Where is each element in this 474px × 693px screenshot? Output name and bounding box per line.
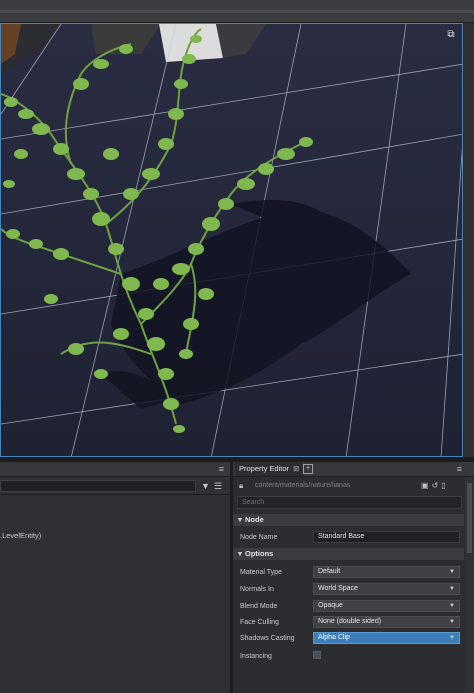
material-type-dropdown[interactable]: Default ▼ [313, 566, 460, 578]
save-icon[interactable]: ▣ [421, 481, 432, 490]
row-node-name: Node Name Standard Base [233, 531, 464, 545]
browse-icon[interactable]: ▯ [441, 481, 448, 490]
instancing-checkbox[interactable] [313, 651, 321, 659]
blend-mode-value: Opaque [318, 602, 343, 609]
shadows-casting-value: Alpha Clip [318, 634, 350, 641]
scene-render [1, 24, 462, 456]
close-tab-icon[interactable]: ⊠ [293, 464, 299, 473]
row-instancing: Instancing [233, 650, 464, 664]
maximize-icon[interactable]: ⧉ [446, 30, 456, 40]
sort-icon[interactable]: ☰ [214, 481, 222, 492]
lock-icon[interactable]: 🔒︎ [239, 481, 243, 491]
property-editor-tabbar: Property Editor ⊠ + ≡ [233, 462, 474, 477]
row-material-type: Material Type Default ▼ [233, 566, 464, 580]
scene-tree-search-input[interactable] [0, 480, 196, 492]
blend-mode-label: Blend Mode [240, 603, 278, 610]
path-actions: ▣↺▯ [421, 481, 449, 490]
property-scrollbar[interactable] [465, 477, 474, 693]
filter-icon[interactable]: ▼ [201, 481, 210, 491]
scene-tree-item[interactable]: .LevelEntity) [0, 531, 41, 540]
material-type-label: Material Type [240, 569, 282, 576]
toolbar-strip [0, 10, 474, 13]
face-culling-label: Face Culling [240, 619, 279, 626]
instancing-label: Instancing [240, 653, 272, 660]
scrollbar-thumb[interactable] [467, 483, 472, 553]
normals-in-dropdown[interactable]: World Space ▼ [313, 583, 460, 595]
dropdown-arrow-icon: ▼ [449, 619, 455, 625]
section-node[interactable]: ▾ Node [233, 514, 464, 526]
tab-label: Property Editor [239, 464, 290, 473]
dropdown-arrow-icon: ▼ [449, 569, 455, 575]
scene-tree-separator [0, 494, 230, 495]
property-editor-panel: Property Editor ⊠ + ≡ 🔒︎ content/material… [233, 462, 474, 693]
asset-path: content/materials/nature/lianas [255, 482, 351, 489]
shadows-casting-dropdown[interactable]: Alpha Clip ▼ [313, 632, 460, 644]
normals-in-label: Normals In [240, 586, 274, 593]
face-culling-dropdown[interactable]: None (double sided) ▼ [313, 616, 460, 628]
row-shadows-casting: Shadows Casting Alpha Clip ▼ [233, 632, 464, 646]
blend-mode-dropdown[interactable]: Opaque ▼ [313, 600, 460, 612]
viewport-side-bar [464, 23, 474, 457]
section-options-label: Options [245, 549, 274, 558]
dropdown-arrow-icon: ▼ [449, 603, 455, 609]
scene-tree-panel: ≡ ▼ ☰ .LevelEntity) [0, 462, 230, 693]
normals-in-value: World Space [318, 585, 358, 592]
chevron-down-icon: ▾ [238, 515, 242, 524]
panel-menu-icon[interactable]: ≡ [219, 464, 224, 474]
row-face-culling: Face Culling None (double sided) ▼ [233, 616, 464, 630]
dropdown-arrow-icon: ▼ [449, 635, 455, 641]
scene-tree-header: ≡ [0, 462, 230, 477]
tab-property-editor[interactable]: Property Editor ⊠ [235, 462, 304, 476]
scene-viewport[interactable]: ⧉ [0, 23, 463, 457]
asset-path-row: 🔒︎ content/materials/nature/lianas ▣↺▯ [233, 478, 464, 494]
property-search-input[interactable]: Search [237, 496, 462, 509]
material-type-value: Default [318, 568, 341, 575]
chevron-down-icon: ▾ [238, 549, 242, 558]
dropdown-arrow-icon: ▼ [449, 586, 455, 592]
reset-icon[interactable]: ↺ [432, 481, 442, 490]
face-culling-value: None (double sided) [318, 618, 382, 625]
panel-menu-icon[interactable]: ≡ [457, 464, 462, 474]
row-normals-in: Normals In World Space ▼ [233, 583, 464, 597]
section-node-label: Node [245, 515, 264, 524]
node-name-label: Node Name [240, 534, 278, 541]
top-toolbar [0, 0, 474, 23]
row-blend-mode: Blend Mode Opaque ▼ [233, 600, 464, 614]
add-tab-icon[interactable]: + [303, 464, 313, 474]
section-options[interactable]: ▾ Options [233, 548, 464, 560]
node-name-field[interactable]: Standard Base [313, 531, 460, 543]
shadows-casting-label: Shadows Casting [240, 635, 295, 642]
